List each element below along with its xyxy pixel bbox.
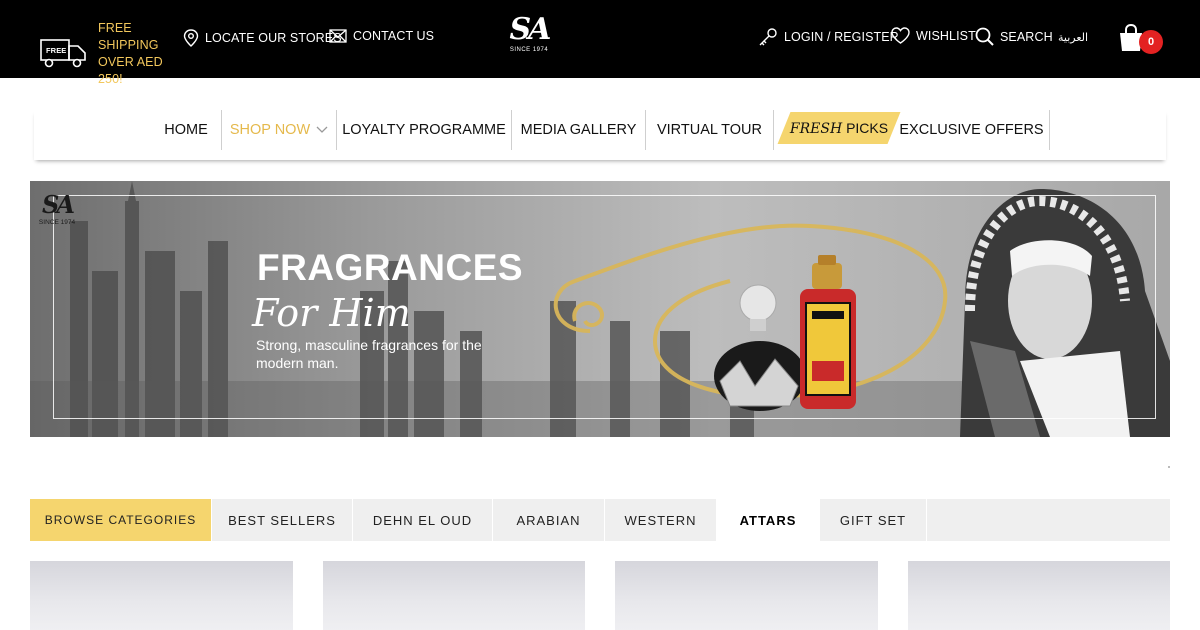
nav-virtual-tour[interactable]: VIRTUAL TOUR: [646, 110, 774, 150]
contact-us-link[interactable]: CONTACT US: [329, 29, 434, 43]
search-label: SEARCH: [1000, 29, 1053, 44]
tab-western[interactable]: WESTERN: [605, 499, 717, 541]
login-register-link[interactable]: LOGIN / REGISTER: [758, 27, 899, 47]
tab-best-sellers[interactable]: BEST SELLERS: [212, 499, 353, 541]
logo-since: SINCE 1974: [509, 47, 549, 53]
fresh-picks-prefix: fresh: [789, 120, 843, 137]
language-switch-arabic[interactable]: العربية: [1058, 31, 1088, 44]
fresh-picks-label: fresh PICKS: [790, 120, 888, 137]
main-navigation: HOME SHOP NOW LOYALTY PROGRAMME MEDIA GA…: [34, 110, 1166, 160]
product-card[interactable]: [908, 561, 1170, 630]
nav-fresh-picks[interactable]: fresh PICKS: [777, 112, 901, 144]
search-link[interactable]: SEARCH: [975, 27, 1053, 46]
hero-subtitle: For Him: [252, 291, 411, 335]
location-pin-icon: [183, 29, 199, 47]
hero-logo: SA SINCE 1974: [36, 191, 78, 227]
wishlist-link[interactable]: WISHLIST: [891, 27, 976, 44]
hero-title: FRAGRANCES: [257, 247, 524, 288]
carousel-indicator-dot[interactable]: [1168, 466, 1170, 468]
truck-free-label: FREE: [46, 46, 66, 55]
hero-banner[interactable]: SA SINCE 1974 FRAGRANCES For Him Strong,…: [30, 181, 1170, 437]
heart-icon: [891, 27, 910, 44]
login-register-label: LOGIN / REGISTER: [784, 30, 899, 44]
hero-logo-mark: SA: [42, 190, 75, 219]
key-icon: [759, 28, 777, 46]
tab-gift-set[interactable]: GIFT SET: [820, 499, 927, 541]
search-icon: [975, 27, 994, 46]
cart-button[interactable]: 0: [1118, 23, 1164, 54]
product-card[interactable]: [30, 561, 293, 630]
envelope-icon: [329, 29, 347, 43]
wishlist-label: WISHLIST: [916, 28, 976, 43]
tab-browse-categories[interactable]: BROWSE CATEGORIES: [30, 499, 212, 541]
nav-exclusive-offers[interactable]: EXCLUSIVE OFFERS: [894, 110, 1050, 150]
nav-home[interactable]: HOME: [151, 110, 222, 150]
nav-shop-now-label: SHOP NOW: [229, 122, 311, 138]
top-bar: FREE FREE SHIPPING OVER AED 250! LOCATE …: [0, 0, 1200, 86]
tab-dehn-el-oud[interactable]: DEHN EL OUD: [353, 499, 493, 541]
category-tabs: BROWSE CATEGORIES BEST SELLERS DEHN EL O…: [30, 499, 1170, 541]
tab-arabian[interactable]: ARABIAN: [493, 499, 605, 541]
locate-stores-label: LOCATE OUR STORES: [205, 31, 342, 45]
hero-logo-since: SINCE 1974: [38, 219, 76, 226]
hero-description: Strong, masculine fragrances for the mod…: [256, 337, 482, 371]
product-card[interactable]: [615, 561, 878, 630]
logo-mark: SA: [509, 12, 552, 47]
free-shipping-notice: FREE FREE SHIPPING OVER AED 250!: [40, 20, 184, 88]
contact-us-label: CONTACT US: [353, 29, 435, 43]
cart-count-badge: 0: [1139, 30, 1163, 54]
nav-loyalty-programme[interactable]: LOYALTY PROGRAMME: [337, 110, 512, 150]
locate-stores-link[interactable]: LOCATE OUR STORES: [183, 29, 342, 47]
free-delivery-truck-icon: FREE: [40, 39, 86, 68]
free-shipping-text: FREE SHIPPING OVER AED 250!: [98, 21, 163, 86]
fresh-picks-suffix: PICKS: [846, 119, 889, 136]
product-card[interactable]: [323, 561, 585, 630]
nav-shop-now[interactable]: SHOP NOW: [222, 110, 337, 150]
hero-frame-border: [53, 195, 1156, 419]
tab-attars[interactable]: ATTARS: [717, 499, 820, 541]
nav-media-gallery[interactable]: MEDIA GALLERY: [512, 110, 646, 150]
chevron-down-icon: [316, 126, 328, 133]
site-logo[interactable]: SA SINCE 1974: [506, 14, 552, 60]
